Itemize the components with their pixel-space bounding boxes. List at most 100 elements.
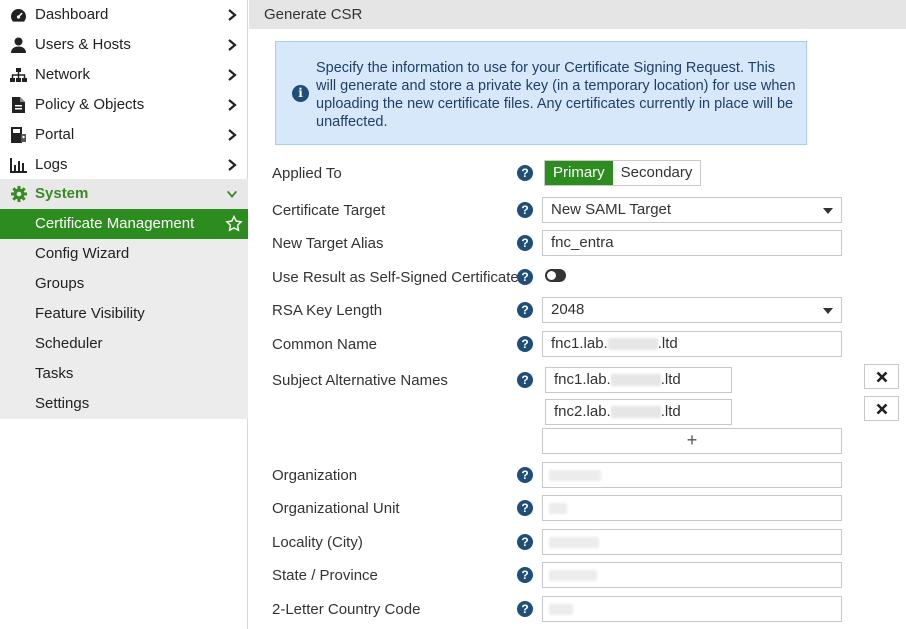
san-suffix: .ltd xyxy=(660,371,681,388)
sidebar-item-certificate-management[interactable]: Certificate Management xyxy=(0,209,248,239)
help-icon[interactable]: ? xyxy=(517,534,533,550)
sidebar-item-tasks[interactable]: Tasks xyxy=(0,359,248,389)
sidebar-item-system[interactable]: System xyxy=(0,179,248,209)
primary-option[interactable]: Primary xyxy=(545,161,613,185)
dropdown-arrow-icon xyxy=(823,308,833,314)
remove-san-button[interactable] xyxy=(864,396,899,421)
sidebar-item-dashboard[interactable]: Dashboard xyxy=(0,0,248,30)
organizational-unit-input[interactable] xyxy=(542,495,842,521)
certificate-target-select[interactable]: New SAML Target xyxy=(542,197,842,223)
close-icon xyxy=(876,371,887,382)
close-icon xyxy=(876,403,887,414)
chevron-right-icon xyxy=(228,69,237,81)
state-label: State / Province xyxy=(272,567,378,584)
info-icon: i xyxy=(292,85,309,102)
sidebar-item-label: Portal xyxy=(35,126,75,143)
chevron-right-icon xyxy=(228,129,237,141)
info-banner: i Specify the information to use for you… xyxy=(275,41,807,145)
rsa-key-length-value: 2048 xyxy=(551,301,585,318)
help-icon[interactable]: ? xyxy=(517,336,533,352)
sidebar: Dashboard Users & Hosts Network Policy &… xyxy=(0,0,248,629)
new-target-alias-label: New Target Alias xyxy=(272,235,384,252)
chevron-right-icon xyxy=(228,159,237,171)
help-icon[interactable]: ? xyxy=(517,567,533,583)
toggle-knob xyxy=(547,271,556,280)
organizational-unit-label: Organizational Unit xyxy=(272,500,400,517)
rsa-key-length-label: RSA Key Length xyxy=(272,302,383,319)
self-signed-toggle[interactable] xyxy=(545,269,566,282)
help-icon[interactable]: ? xyxy=(517,235,533,251)
applied-to-toggle: Primary Secondary xyxy=(544,160,702,186)
sidebar-item-network[interactable]: Network xyxy=(0,60,248,90)
redacted-text xyxy=(610,374,661,387)
locality-input[interactable] xyxy=(542,529,842,555)
sidebar-item-policy-objects[interactable]: Policy & Objects xyxy=(0,90,248,120)
organization-input[interactable] xyxy=(542,462,842,488)
organization-label: Organization xyxy=(272,467,358,484)
self-signed-label: Use Result as Self-Signed Certificate xyxy=(272,269,519,286)
help-icon[interactable]: ? xyxy=(517,467,533,483)
add-san-button[interactable]: + xyxy=(542,428,842,454)
sidebar-item-settings[interactable]: Settings xyxy=(0,389,248,419)
logs-icon xyxy=(10,157,27,173)
page-title: Generate CSR xyxy=(264,6,363,23)
sidebar-item-label: Policy & Objects xyxy=(35,96,145,113)
san-prefix: fnc1.lab. xyxy=(554,371,611,388)
sidebar-item-groups[interactable]: Groups xyxy=(0,269,248,299)
help-icon[interactable]: ? xyxy=(517,372,533,388)
common-name-prefix: fnc1.lab. xyxy=(551,335,608,352)
remove-san-button[interactable] xyxy=(864,364,899,389)
help-icon[interactable]: ? xyxy=(517,500,533,516)
redacted-text xyxy=(549,503,567,514)
page-header: Generate CSR xyxy=(249,0,906,29)
common-name-label: Common Name xyxy=(272,336,378,353)
sidebar-item-config-wizard[interactable]: Config Wizard xyxy=(0,239,248,269)
network-icon xyxy=(10,67,27,83)
sidebar-item-scheduler[interactable]: Scheduler xyxy=(0,329,248,359)
sidebar-item-portal[interactable]: Portal xyxy=(0,120,248,150)
sidebar-item-label: Scheduler xyxy=(35,335,103,352)
redacted-text xyxy=(610,406,661,419)
chevron-down-icon xyxy=(226,190,238,199)
chevron-right-icon xyxy=(228,39,237,51)
help-icon[interactable]: ? xyxy=(517,302,533,318)
sidebar-item-label: Feature Visibility xyxy=(35,305,145,322)
applied-to-label: Applied To xyxy=(272,165,342,182)
star-icon[interactable] xyxy=(225,215,243,233)
secondary-option[interactable]: Secondary xyxy=(612,161,701,185)
new-target-alias-input[interactable]: fnc_entra xyxy=(542,230,842,256)
redacted-text xyxy=(549,470,601,481)
san-input-2[interactable]: fnc2.lab. .ltd xyxy=(545,399,732,425)
san-suffix: .ltd xyxy=(660,403,681,420)
san-input-1[interactable]: fnc1.lab. .ltd xyxy=(545,367,732,393)
chevron-right-icon xyxy=(228,99,237,111)
sidebar-item-users-hosts[interactable]: Users & Hosts xyxy=(0,30,248,60)
redacted-text xyxy=(549,570,597,581)
country-code-input[interactable] xyxy=(542,596,842,622)
policy-icon xyxy=(10,97,27,113)
info-text: Specify the information to use for your … xyxy=(316,60,796,130)
new-target-alias-value: fnc_entra xyxy=(551,234,614,251)
common-name-suffix: .ltd xyxy=(657,335,678,352)
help-icon[interactable]: ? xyxy=(517,601,533,617)
certificate-target-value: New SAML Target xyxy=(551,201,672,218)
sidebar-item-label: Dashboard xyxy=(35,6,109,23)
portal-icon xyxy=(10,127,27,143)
state-input[interactable] xyxy=(542,562,842,588)
help-icon[interactable]: ? xyxy=(517,202,533,218)
chevron-right-icon xyxy=(228,9,237,21)
sidebar-item-label: Groups xyxy=(35,275,85,292)
sidebar-item-feature-visibility[interactable]: Feature Visibility xyxy=(0,299,248,329)
sidebar-item-logs[interactable]: Logs xyxy=(0,150,248,180)
gear-icon xyxy=(10,186,27,202)
common-name-input[interactable]: fnc1.lab. .ltd xyxy=(542,331,842,357)
help-icon[interactable]: ? xyxy=(517,165,533,181)
user-icon xyxy=(10,37,27,53)
rsa-key-length-select[interactable]: 2048 xyxy=(542,297,842,323)
sidebar-item-label: Certificate Management xyxy=(35,215,195,232)
redacted-text xyxy=(549,604,573,615)
help-icon[interactable]: ? xyxy=(517,269,533,285)
sidebar-item-label: Settings xyxy=(35,395,90,412)
certificate-target-label: Certificate Target xyxy=(272,202,386,219)
redacted-text xyxy=(607,338,658,351)
